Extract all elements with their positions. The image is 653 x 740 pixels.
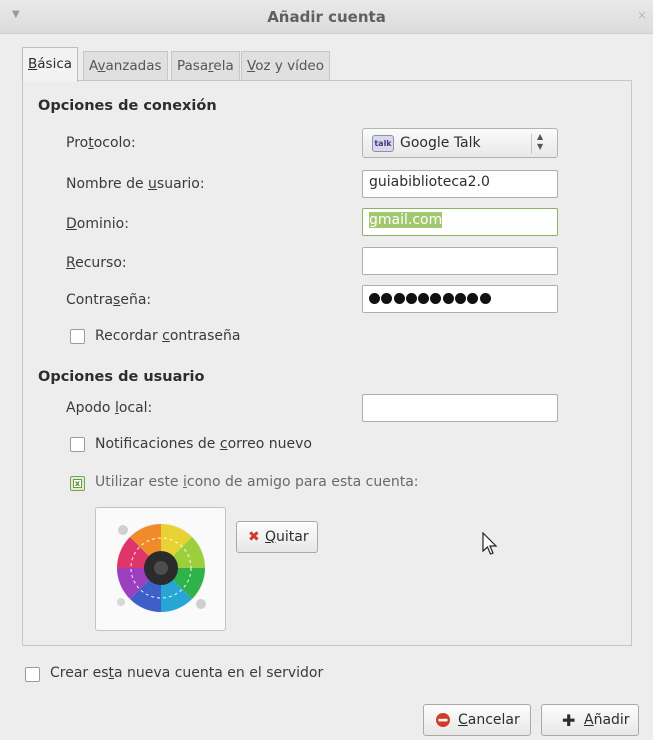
password-dot — [369, 293, 380, 304]
domain-input[interactable]: gmail.com — [362, 208, 558, 236]
spin-arrows-icon: ▲ ▼ — [537, 132, 544, 151]
username-label: Nombre de usuario: — [66, 176, 205, 192]
password-dot — [405, 293, 417, 304]
username-input[interactable]: guiabiblioteca2.0 — [362, 170, 558, 198]
window-title: Añadir cuenta — [267, 8, 386, 26]
password-dot — [393, 293, 405, 304]
cancel-button-label: Cancelar — [458, 712, 520, 728]
resource-label: Recurso: — [66, 255, 127, 271]
buddy-icon-image — [116, 523, 206, 613]
google-talk-icon: talk — [372, 135, 394, 152]
tab-basica[interactable]: Básica — [22, 47, 79, 82]
protocol-select-value: Google Talk — [400, 135, 481, 151]
connection-section-title: Opciones de conexión — [38, 98, 217, 114]
mail-notify-checkbox[interactable] — [70, 437, 85, 452]
mail-notify-label[interactable]: Notificaciones de correo nuevo — [95, 436, 312, 452]
add-button-label: Añadir — [584, 712, 630, 728]
protocol-select[interactable]: talk Google Talk ▲ ▼ — [362, 128, 558, 158]
tab-pasarela[interactable]: Pasarela — [171, 51, 240, 81]
password-label: Contraseña: — [66, 292, 152, 308]
cancel-button[interactable]: Cancelar — [423, 704, 531, 736]
password-input[interactable] — [362, 285, 558, 313]
remember-password-checkbox[interactable] — [70, 329, 85, 344]
domain-label: Dominio: — [66, 216, 129, 232]
plus-icon: ✚ — [562, 711, 576, 730]
create-on-server-checkbox[interactable] — [25, 667, 40, 682]
alias-input[interactable] — [362, 394, 558, 422]
tab-voz-y-video[interactable]: Voz y vídeo — [241, 51, 330, 81]
mouse-pointer-icon — [482, 532, 498, 555]
remove-icon-button-label: Quitar — [265, 529, 309, 545]
cancel-icon — [435, 712, 451, 732]
password-dot — [455, 293, 467, 304]
user-section-title: Opciones de usuario — [38, 369, 205, 385]
password-dot — [418, 293, 430, 304]
password-dot — [479, 293, 491, 304]
select-separator — [531, 134, 532, 154]
check-mark-icon: x — [73, 479, 82, 488]
password-dot — [381, 293, 393, 304]
password-dot — [442, 293, 454, 304]
resource-input[interactable] — [362, 247, 558, 275]
tab-avanzadas[interactable]: Avanzadas — [83, 51, 168, 81]
domain-input-selected-text: gmail.com — [369, 212, 443, 228]
password-dot — [430, 293, 442, 304]
remember-password-label[interactable]: Recordar contraseña — [95, 328, 240, 344]
remove-icon-button[interactable]: ✖ Quitar — [236, 521, 318, 553]
buddy-icon-label[interactable]: Utilizar este icono de amigo para esta c… — [95, 474, 419, 490]
alias-label: Apodo local: — [66, 400, 153, 416]
password-dot — [467, 293, 479, 304]
title-bar: ▼ Añadir cuenta × — [0, 0, 653, 34]
add-button[interactable]: ✚ Añadir — [541, 704, 639, 736]
close-icon[interactable]: × — [637, 8, 647, 22]
buddy-icon-checkbox[interactable]: x — [70, 476, 85, 491]
buddy-icon-button[interactable] — [95, 507, 226, 631]
close-icon: ✖ — [248, 529, 260, 545]
create-on-server-label[interactable]: Crear esta nueva cuenta en el servidor — [50, 665, 323, 681]
protocol-label: Protocolo: — [66, 135, 136, 151]
